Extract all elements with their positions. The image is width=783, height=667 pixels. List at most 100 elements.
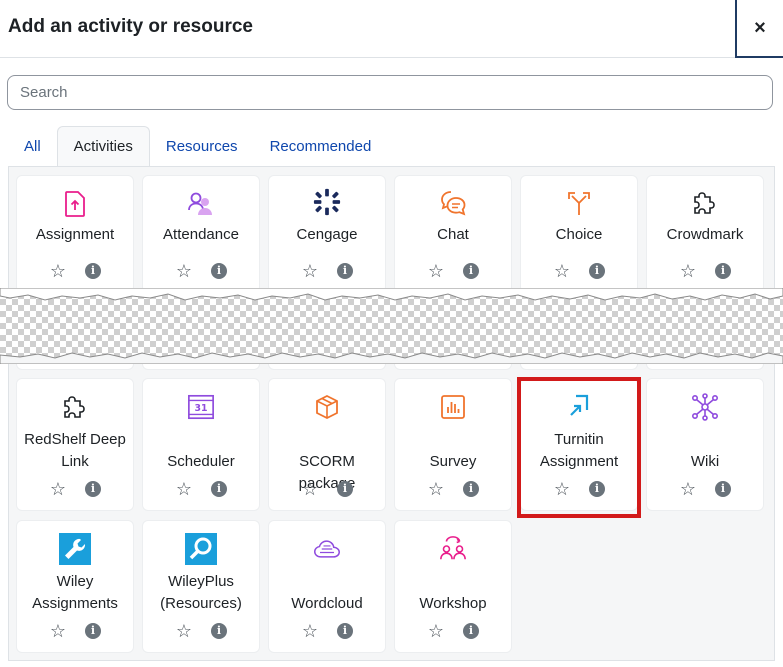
calendar-icon: 31	[187, 393, 215, 421]
info-icon[interactable]: i	[463, 623, 479, 639]
info-icon[interactable]: i	[337, 263, 353, 279]
info-icon[interactable]: i	[211, 623, 227, 639]
card-label-line1: WileyPlus	[168, 573, 234, 590]
modal-title: Add an activity or resource	[8, 16, 253, 37]
card-actions: ☆ i	[647, 480, 763, 498]
wrench-icon	[59, 533, 91, 565]
card-crowdmark[interactable]: Crowdmark ☆ i	[646, 175, 764, 293]
tab-bar: All Activities Resources Recommended	[8, 126, 387, 167]
card-label: Wordcloud	[291, 595, 363, 612]
card-actions: ☆ i	[17, 622, 133, 640]
torn-edge-top	[0, 288, 783, 301]
star-icon[interactable]: ☆	[301, 480, 319, 498]
star-icon[interactable]: ☆	[175, 262, 193, 280]
card-wiley-assignments[interactable]: Wiley Assignments ☆ i	[16, 520, 134, 653]
split-arrows-icon	[565, 189, 593, 217]
card-wiki[interactable]: Wiki ☆ i	[646, 378, 764, 511]
info-icon[interactable]: i	[589, 263, 605, 279]
info-icon[interactable]: i	[589, 481, 605, 497]
card-turnitin-assignment[interactable]: Turnitin Assignment ☆ i	[520, 378, 638, 511]
star-icon[interactable]: ☆	[427, 480, 445, 498]
star-icon[interactable]: ☆	[679, 262, 697, 280]
cengage-logo-icon	[313, 188, 341, 216]
chat-bubbles-icon	[439, 189, 467, 217]
star-icon[interactable]: ☆	[49, 262, 67, 280]
card-actions: ☆ i	[647, 262, 763, 280]
card-label: Survey	[429, 453, 477, 470]
info-icon[interactable]: i	[85, 481, 101, 497]
star-icon[interactable]: ☆	[175, 622, 193, 640]
card-label-line2: Assignments	[32, 595, 118, 612]
card-label-line2: Link	[61, 453, 89, 470]
package-box-icon	[313, 393, 341, 421]
card-label-line2: (Resources)	[160, 595, 242, 612]
card-workshop[interactable]: Workshop ☆ i	[394, 520, 512, 653]
card-actions: ☆ i	[521, 480, 637, 498]
info-icon[interactable]: i	[211, 481, 227, 497]
bar-chart-icon	[439, 393, 467, 421]
card-redshelf-deep-link[interactable]: RedShelf Deep Link ☆ i	[16, 378, 134, 511]
star-icon[interactable]: ☆	[553, 480, 571, 498]
info-icon[interactable]: i	[85, 263, 101, 279]
info-icon[interactable]: i	[337, 623, 353, 639]
card-actions: ☆ i	[143, 262, 259, 280]
card-attendance[interactable]: Attendance ☆ i	[142, 175, 260, 293]
star-icon[interactable]: ☆	[49, 622, 67, 640]
card-label: Attendance	[163, 226, 239, 243]
info-icon[interactable]: i	[211, 263, 227, 279]
network-nodes-icon	[691, 393, 719, 421]
tab-activities[interactable]: Activities	[56, 126, 150, 167]
search-input[interactable]	[7, 75, 773, 110]
card-actions: ☆ i	[395, 480, 511, 498]
puzzle-icon	[691, 189, 719, 217]
card-label: Scheduler	[167, 453, 235, 470]
card-actions: ☆ i	[395, 262, 511, 280]
card-actions: ☆ i	[143, 480, 259, 498]
card-cengage[interactable]: Cengage ☆ i	[268, 175, 386, 293]
modal-header: Add an activity or resource ×	[0, 0, 783, 58]
info-icon[interactable]: i	[85, 623, 101, 639]
star-icon[interactable]: ☆	[427, 622, 445, 640]
card-actions: ☆ i	[395, 622, 511, 640]
card-label-line1: RedShelf Deep	[24, 431, 126, 448]
card-label: Chat	[437, 226, 469, 243]
card-assignment[interactable]: Assignment ☆ i	[16, 175, 134, 293]
card-label: Choice	[555, 226, 603, 243]
card-choice[interactable]: Choice ☆ i	[520, 175, 638, 293]
puzzle-icon	[61, 393, 89, 421]
card-label-line2: Assignment	[539, 453, 619, 470]
tab-all[interactable]: All	[8, 126, 57, 167]
card-wileyplus-resources[interactable]: WileyPlus (Resources) ☆ i	[142, 520, 260, 653]
upload-document-icon	[61, 190, 89, 218]
info-icon[interactable]: i	[337, 481, 353, 497]
people-exchange-icon	[439, 535, 467, 563]
card-scheduler[interactable]: 31 Scheduler ☆ i	[142, 378, 260, 511]
star-icon[interactable]: ☆	[49, 480, 67, 498]
close-button[interactable]: ×	[735, 0, 783, 58]
card-scorm-package[interactable]: SCORM package ☆ i	[268, 378, 386, 511]
info-icon[interactable]: i	[715, 263, 731, 279]
people-icon	[187, 190, 215, 218]
star-icon[interactable]: ☆	[301, 262, 319, 280]
card-wordcloud[interactable]: Wordcloud ☆ i	[268, 520, 386, 653]
card-actions: ☆ i	[17, 480, 133, 498]
cloud-icon	[313, 535, 341, 563]
card-chat[interactable]: Chat ☆ i	[394, 175, 512, 293]
card-actions: ☆ i	[269, 480, 385, 498]
star-icon[interactable]: ☆	[301, 622, 319, 640]
card-actions: ☆ i	[269, 622, 385, 640]
card-label-line1: Turnitin	[554, 431, 604, 448]
card-actions: ☆ i	[17, 262, 133, 280]
tab-recommended[interactable]: Recommended	[254, 126, 388, 167]
info-icon[interactable]: i	[463, 481, 479, 497]
info-icon[interactable]: i	[715, 481, 731, 497]
star-icon[interactable]: ☆	[679, 480, 697, 498]
star-icon[interactable]: ☆	[175, 480, 193, 498]
star-icon[interactable]: ☆	[427, 262, 445, 280]
card-survey[interactable]: Survey ☆ i	[394, 378, 512, 511]
card-actions: ☆ i	[269, 262, 385, 280]
tab-resources[interactable]: Resources	[150, 126, 254, 167]
info-icon[interactable]: i	[463, 263, 479, 279]
star-icon[interactable]: ☆	[553, 262, 571, 280]
magnifier-icon	[185, 533, 217, 565]
